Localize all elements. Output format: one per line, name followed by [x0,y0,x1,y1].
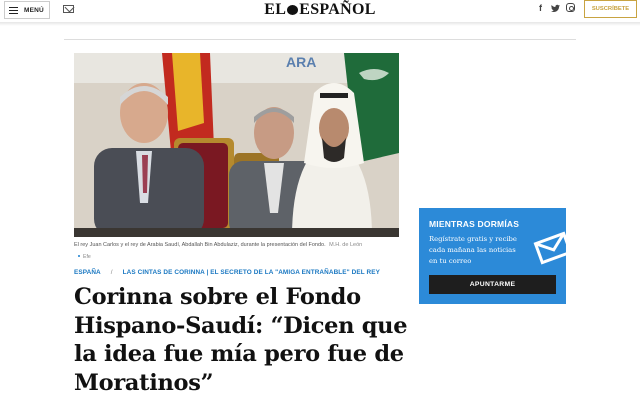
subscribe-newsletter-button[interactable]: APUNTARME [429,275,556,294]
caption-text: El rey Juan Carlos y el rey de Arabia Sa… [74,242,326,248]
facebook-icon[interactable]: f [536,3,545,13]
instagram-icon[interactable] [566,3,575,12]
divider [64,39,576,40]
photo-caption: El rey Juan Carlos y el rey de Arabia Sa… [74,241,414,249]
article-headline: Corinna sobre el Fondo Hispano-Saudí: “D… [74,284,408,396]
top-bar: MENÚ EL ESPAÑOL f SUSCRÍBETE [0,0,640,22]
tag-link[interactable]: LAS CINTAS DE CORINNA | EL SECRETO DE LA… [123,269,380,276]
breadcrumb: ESPAÑA / LAS CINTAS DE CORINNA | EL SECRET… [74,269,380,276]
photo-source: Efe [78,254,91,260]
header-shadow [0,22,640,26]
photo-credit: M.H. de León [329,242,363,248]
article-photo[interactable]: ARA [74,53,399,237]
subscribe-button[interactable]: SUSCRÍBETE [584,0,637,18]
social-links: f [536,3,575,13]
envelope-icon [533,231,566,265]
backdrop-sign-text: ARA [286,54,316,70]
logo-mark-icon [287,5,299,15]
breadcrumb-separator: / [110,269,113,276]
newsletter-text: Regístrate gratis y recibe cada mañana l… [429,235,517,266]
section-link[interactable]: ESPAÑA [74,269,101,276]
twitter-icon[interactable] [551,3,560,13]
newsletter-box: MIENTRAS DORMÍAS Regístrate gratis y rec… [419,208,566,304]
newsletter-title: MIENTRAS DORMÍAS [429,219,520,229]
bullet-icon [78,255,80,257]
